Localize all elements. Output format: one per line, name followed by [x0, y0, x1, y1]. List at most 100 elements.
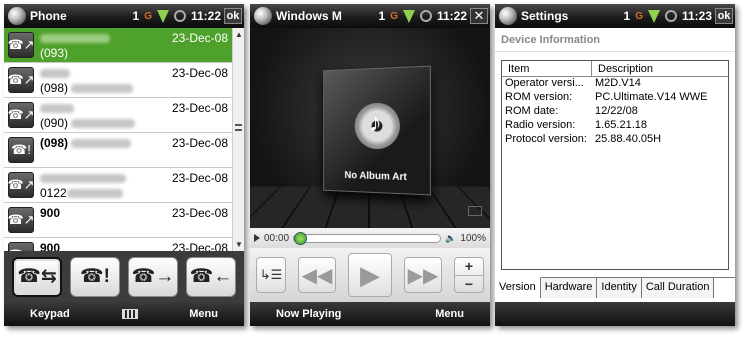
- row-item: ROM date:: [505, 105, 559, 117]
- contact-name: [40, 171, 126, 185]
- window-title: Phone: [30, 9, 67, 23]
- list-item[interactable]: ☎↗ 900 23-Dec-08: [4, 238, 232, 251]
- signal-strength-icon: [156, 9, 169, 23]
- signal-count: 1: [378, 9, 386, 23]
- volume-icon[interactable]: [664, 10, 677, 22]
- row-value: 1.65.21.18: [595, 119, 647, 131]
- list-item[interactable]: ☎↗ (098) 23-Dec-08: [4, 63, 232, 98]
- call-date: 23-Dec-08: [171, 171, 228, 185]
- start-menu-icon[interactable]: [499, 7, 517, 25]
- next-button[interactable]: ▶▶: [404, 257, 442, 293]
- clock[interactable]: 11:23: [682, 9, 712, 23]
- missed-call-icon: ☎!: [8, 137, 34, 163]
- volume-icon[interactable]: [173, 10, 186, 22]
- call-date: 23-Dec-08: [171, 31, 228, 45]
- seek-slider[interactable]: [293, 231, 442, 245]
- list-item[interactable]: ☎↗ (093) 23-Dec-08: [4, 28, 232, 63]
- row-item: Operator versi...: [505, 77, 584, 89]
- call-date: 23-Dec-08: [171, 101, 228, 115]
- scroll-thumb[interactable]: [235, 124, 242, 131]
- call-date: 23-Dec-08: [171, 206, 228, 220]
- close-icon[interactable]: ✕: [470, 8, 488, 24]
- scroll-up-icon[interactable]: ▲: [235, 30, 243, 39]
- missed-calls-button[interactable]: ☎!: [70, 256, 120, 297]
- column-header-item[interactable]: Item: [502, 61, 592, 76]
- title-bar: Windows M 1 G 11:22 ✕: [250, 4, 490, 28]
- call-date: 23-Dec-08: [171, 241, 228, 251]
- volume-up-button[interactable]: +: [455, 258, 483, 276]
- table-row: Protocol version: 25.88.40.05H: [502, 133, 728, 147]
- scrollbar[interactable]: ▲ ▼: [232, 28, 244, 251]
- list-item[interactable]: ☎↗ (090) 23-Dec-08: [4, 98, 232, 133]
- start-menu-icon[interactable]: [8, 7, 26, 25]
- repeat-playlist-button[interactable]: ↳☰: [256, 257, 286, 293]
- row-item: ROM version:: [505, 91, 573, 103]
- row-value: PC.Ultimate.V14 WWE: [595, 91, 708, 103]
- ok-button[interactable]: ok: [715, 8, 733, 24]
- call-history-list: ☎↗ (093) 23-Dec-08 ☎↗ (098) 23-Dec-08 ☎↗…: [4, 28, 232, 251]
- menu-softkey[interactable]: Menu: [189, 308, 218, 320]
- contact-name: [40, 31, 110, 45]
- scroll-down-icon[interactable]: ▼: [235, 240, 243, 249]
- signal-count: 1: [623, 9, 631, 23]
- keypad-softkey[interactable]: Keypad: [30, 308, 70, 320]
- clock[interactable]: 11:22: [437, 9, 467, 23]
- call-number: 900: [40, 206, 61, 220]
- call-number: 0122: [40, 186, 123, 200]
- volume-icon[interactable]: [419, 10, 432, 22]
- seek-knob[interactable]: [294, 231, 308, 245]
- column-header-description[interactable]: Description: [592, 61, 659, 76]
- call-number: (098): [40, 81, 134, 95]
- row-item: Protocol version:: [505, 133, 587, 145]
- tab-strip: Version Hardware Identity Call Duration: [495, 277, 735, 298]
- table-header: Item Description: [502, 61, 728, 77]
- call-filter-bar: ☎⇆ ☎! ☎→ ☎←: [4, 251, 244, 302]
- window-title: Settings: [521, 9, 569, 23]
- gprs-icon: G: [144, 10, 152, 22]
- tab-version[interactable]: Version: [495, 277, 541, 298]
- volume-level: 100%: [460, 232, 486, 244]
- incoming-calls-button[interactable]: ☎←: [186, 256, 236, 297]
- media-player-screen: Windows M 1 G 11:22 ✕ ♪ No Album Art 00:…: [250, 4, 490, 326]
- status-icons: 1 G 11:22: [133, 9, 222, 23]
- call-date: 23-Dec-08: [171, 136, 228, 150]
- row-item: Radio version:: [505, 119, 576, 131]
- outgoing-call-icon: ☎↗: [7, 172, 35, 198]
- music-note-icon: ♪: [369, 106, 382, 138]
- clock[interactable]: 11:22: [191, 9, 221, 23]
- softkey-bar: [495, 302, 735, 326]
- call-date: 23-Dec-08: [171, 66, 228, 80]
- keyboard-icon[interactable]: [121, 309, 138, 319]
- volume-down-button[interactable]: −: [455, 276, 483, 293]
- all-calls-button[interactable]: ☎⇆: [12, 256, 62, 297]
- list-item[interactable]: ☎↗ 900 23-Dec-08: [4, 203, 232, 238]
- table-row: ROM version: PC.Ultimate.V14 WWE: [502, 91, 728, 105]
- list-item[interactable]: ☎! (098) 23-Dec-08: [4, 133, 232, 168]
- outgoing-call-icon: ☎↗: [7, 32, 35, 58]
- table-row: Operator versi... M2D.V14: [502, 77, 728, 91]
- outgoing-call-icon: ☎↗: [7, 67, 35, 93]
- call-number: (093): [40, 46, 69, 60]
- tab-call-duration[interactable]: Call Duration: [641, 278, 715, 298]
- row-value: M2D.V14: [595, 77, 641, 89]
- start-menu-icon[interactable]: [254, 7, 272, 25]
- previous-button[interactable]: ◀◀: [298, 257, 336, 293]
- list-item[interactable]: ☎↗ 0122 23-Dec-08: [4, 168, 232, 203]
- outgoing-call-icon: ☎↗: [7, 102, 35, 128]
- outgoing-call-icon: ☎↗: [7, 207, 35, 233]
- menu-softkey[interactable]: Menu: [435, 308, 464, 320]
- play-button[interactable]: ▶: [348, 253, 392, 297]
- volume-stepper: + −: [454, 257, 484, 293]
- stage-floor: [250, 186, 490, 228]
- now-playing-softkey[interactable]: Now Playing: [276, 308, 341, 320]
- fullscreen-icon[interactable]: [468, 206, 482, 216]
- table-row: Radio version: 1.65.21.18: [502, 119, 728, 133]
- softkey-bar: Now Playing Menu: [250, 302, 490, 326]
- ok-button[interactable]: ok: [224, 8, 242, 24]
- section-title: Device Information: [495, 28, 735, 52]
- tab-hardware[interactable]: Hardware: [540, 278, 598, 298]
- device-info-table: Item Description Operator versi... M2D.V…: [501, 60, 729, 270]
- signal-count: 1: [132, 9, 140, 23]
- outgoing-calls-button[interactable]: ☎→: [128, 256, 178, 297]
- tab-identity[interactable]: Identity: [597, 278, 642, 298]
